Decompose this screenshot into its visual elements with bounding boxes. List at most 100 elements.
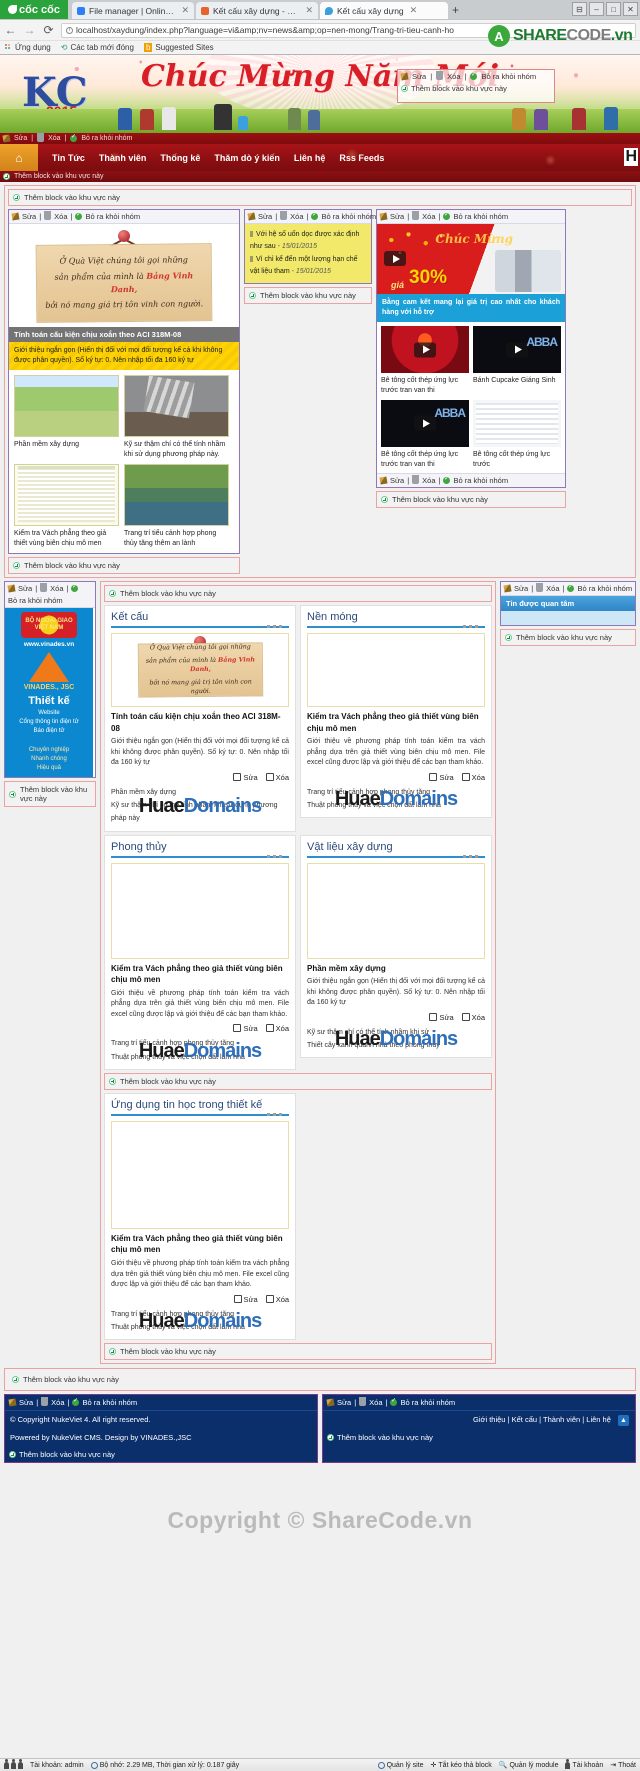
- check-icon[interactable]: [443, 475, 451, 485]
- play-icon[interactable]: [506, 415, 528, 431]
- delete-label[interactable]: Xóa: [51, 1398, 64, 1407]
- trash-icon[interactable]: [280, 211, 288, 220]
- thumb-item[interactable]: Kỹ sư thậm chí có thể tính nhầm khi sử d…: [124, 375, 229, 459]
- browser-tab-1[interactable]: Kết cấu xây dựng - Quản ✕: [196, 2, 318, 19]
- admin-toggle-drag[interactable]: ✛ Tắt kéo thả block: [431, 1761, 492, 1770]
- edit-icon[interactable]: [400, 72, 409, 81]
- check-icon[interactable]: [390, 1397, 398, 1407]
- thumb-item[interactable]: Phần mềm xây dựng: [14, 375, 119, 459]
- edit-label[interactable]: Sửa: [14, 135, 27, 142]
- remove-from-group-label[interactable]: Bỏ ra khỏi nhóm: [8, 596, 63, 605]
- articles-add-block[interactable]: Thêm block vào khu vực này: [104, 585, 492, 603]
- scroll-to-top-button[interactable]: ▲: [618, 1415, 629, 1427]
- admin-account-label[interactable]: Tài khoản: admin: [30, 1762, 84, 1769]
- window-minimize-button[interactable]: –: [589, 2, 604, 16]
- edit-icon[interactable]: [247, 212, 256, 221]
- play-icon[interactable]: [414, 415, 436, 431]
- middle-column-add-block[interactable]: Thêm block vào khu vực này: [244, 287, 372, 304]
- section-headline[interactable]: Kiểm tra Vách phẳng theo giả thiết vùng …: [307, 711, 485, 734]
- edit-label[interactable]: Sửa: [390, 476, 404, 485]
- footer-link-thanh-vien[interactable]: Thành viên: [543, 1415, 580, 1424]
- remove-from-group-label[interactable]: Bỏ ra khỏi nhóm: [82, 1398, 137, 1407]
- delete-action[interactable]: Xóa: [265, 1024, 289, 1033]
- edit-label[interactable]: Sửa: [19, 1398, 33, 1407]
- delete-label[interactable]: Xóa: [54, 212, 67, 221]
- region-add-block-top[interactable]: Thêm block vào khu vực này: [8, 189, 632, 206]
- banner-add-block[interactable]: Thêm block vào khu vực này: [398, 83, 554, 94]
- thumb-item[interactable]: Trang trí tiểu cảnh hợp phong thủy tăng …: [124, 464, 229, 548]
- edit-icon[interactable]: [11, 212, 20, 221]
- window-close-button[interactable]: ✕: [623, 2, 638, 16]
- site-info-icon[interactable]: i: [66, 26, 73, 34]
- edit-label[interactable]: Sửa: [258, 212, 272, 221]
- nav-item-lien-he[interactable]: Liên hệ: [294, 153, 326, 163]
- remove-from-group-label[interactable]: Bỏ ra khỏi nhóm: [453, 476, 508, 485]
- nav-item-thanh-vien[interactable]: Thành viên: [99, 153, 147, 163]
- check-icon[interactable]: [70, 133, 78, 142]
- play-icon[interactable]: [384, 251, 406, 266]
- close-icon[interactable]: ✕: [410, 5, 418, 16]
- check-icon[interactable]: [443, 211, 451, 220]
- browser-tab-0[interactable]: File manager | Online file ✕: [72, 2, 194, 19]
- trash-icon[interactable]: [412, 475, 420, 485]
- trash-icon[interactable]: [44, 211, 52, 220]
- vinades-banner[interactable]: BỘ NGOẠI GIAO VIỆT NAM www.vinades.vn VI…: [5, 608, 93, 778]
- delete-label[interactable]: Xóa: [546, 584, 559, 593]
- reload-icon[interactable]: ⟳: [42, 23, 55, 37]
- bookmark-suggested-sites[interactable]: b Suggested Sites: [143, 43, 214, 52]
- edit-icon[interactable]: [2, 134, 11, 143]
- right-column-add-block[interactable]: Thêm block vào khu vực này: [376, 491, 566, 509]
- delete-label[interactable]: Xóa: [422, 476, 435, 485]
- delete-action[interactable]: Xóa: [265, 772, 289, 782]
- play-icon[interactable]: [506, 342, 528, 358]
- admin-logout[interactable]: ⇥ Thoát: [610, 1761, 636, 1770]
- remove-from-group-label[interactable]: Bỏ ra khỏi nhóm: [577, 584, 632, 593]
- trash-icon[interactable]: [41, 1397, 49, 1407]
- trash-icon[interactable]: [536, 583, 544, 593]
- remove-from-group-label[interactable]: Bỏ ra khỏi nhóm: [85, 212, 140, 221]
- section-image[interactable]: [307, 633, 485, 708]
- trash-icon[interactable]: [412, 211, 420, 220]
- trash-icon[interactable]: [359, 1397, 367, 1407]
- back-icon[interactable]: ←: [4, 23, 17, 37]
- check-icon[interactable]: [470, 71, 478, 80]
- edit-icon[interactable]: [8, 1398, 17, 1407]
- edit-label[interactable]: Sửa: [18, 584, 32, 593]
- delete-label[interactable]: Xóa: [50, 584, 63, 593]
- delete-action[interactable]: Xóa: [461, 1012, 485, 1022]
- close-icon[interactable]: ✕: [305, 5, 313, 16]
- thumb-item[interactable]: Kiểm tra Vách phẳng theo giả thiết vùng …: [14, 464, 119, 548]
- section-image[interactable]: [111, 1120, 290, 1229]
- delete-action[interactable]: Xóa: [265, 1294, 289, 1304]
- footer-add-block[interactable]: Thêm block vào khu vực này: [8, 1372, 632, 1387]
- new-tab-button[interactable]: +: [452, 3, 459, 17]
- edit-label[interactable]: Sửa: [514, 584, 528, 593]
- section-headline[interactable]: Tính toán cấu kiện chịu xoắn theo ACI 31…: [111, 711, 289, 734]
- section-image[interactable]: [307, 862, 485, 959]
- footer-link-lien-he[interactable]: Liên hệ: [586, 1415, 611, 1424]
- footer-right-add-block[interactable]: Thêm block vào khu vực này: [323, 1430, 635, 1445]
- nav-item-tin-tuc[interactable]: Tin Tức: [52, 153, 85, 163]
- trash-icon[interactable]: [40, 583, 48, 593]
- edit-action[interactable]: Sửa: [233, 772, 258, 782]
- footer-link-gioi-thieu[interactable]: Giới thiệu: [473, 1415, 505, 1424]
- check-icon[interactable]: [75, 211, 83, 220]
- window-restore-button[interactable]: ⊟: [572, 2, 587, 16]
- note-item[interactable]: Vì chỉ kể đến một lượng hạn chế vật liệu…: [250, 254, 366, 279]
- edit-icon[interactable]: [503, 584, 512, 593]
- remove-from-group-label[interactable]: Bỏ ra khỏi nhóm: [481, 72, 536, 81]
- right-rail-add-block[interactable]: Thêm block vào khu vực này: [500, 629, 636, 647]
- admin-account-menu[interactable]: Tài khoản: [565, 1758, 603, 1769]
- section-headline[interactable]: Phần mềm xây dựng: [307, 963, 485, 975]
- delete-label[interactable]: Xóa: [369, 1398, 382, 1407]
- browser-tab-2[interactable]: Kết cấu xây dựng ✕: [320, 2, 448, 19]
- edit-icon[interactable]: [326, 1398, 335, 1407]
- footer-link-ket-cau[interactable]: Kết cấu: [512, 1415, 537, 1424]
- edit-icon[interactable]: [379, 476, 388, 486]
- video-item[interactable]: Bánh Cupcake Giáng Sinh: [473, 326, 561, 396]
- edit-label[interactable]: Sửa: [390, 212, 404, 221]
- trash-icon[interactable]: [37, 133, 45, 142]
- edit-icon[interactable]: [379, 212, 388, 221]
- delete-label[interactable]: Xóa: [422, 212, 435, 221]
- close-icon[interactable]: ✕: [181, 5, 189, 16]
